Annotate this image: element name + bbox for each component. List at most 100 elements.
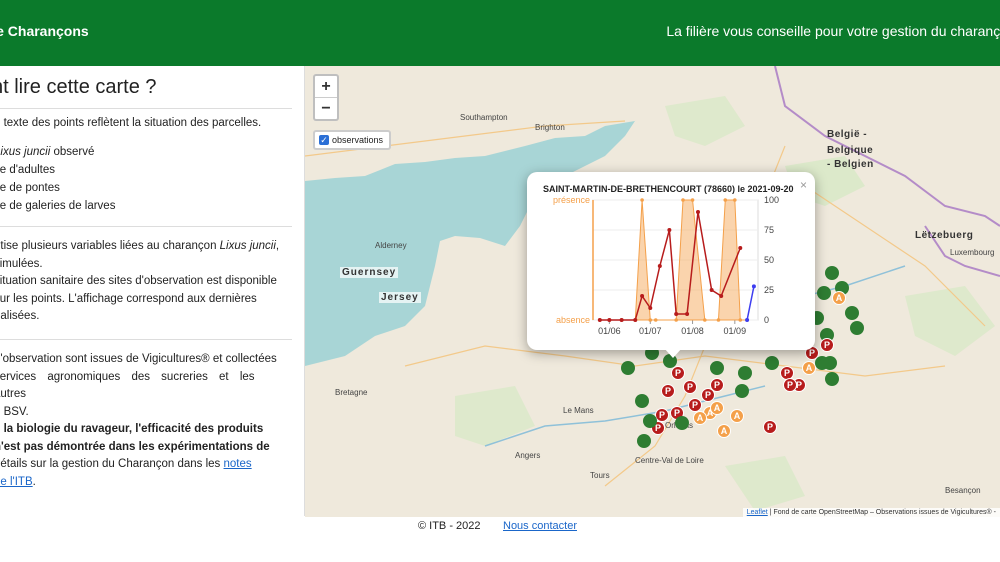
eggs-marker[interactable]: P [763, 420, 777, 434]
x-tick-label: 01/07 [639, 326, 662, 336]
observation-chart: 100 75 50 25 0 présence absence 01/06 01/07 01/08… [553, 195, 779, 336]
legend-item-larvae: ce de galeries de larves [0, 200, 116, 212]
eggs-marker[interactable]: P [655, 408, 669, 422]
place-label: Southampton [460, 113, 508, 122]
observation-marker[interactable] [643, 414, 657, 428]
right-tick-label: 50 [764, 255, 774, 265]
eggs-marker[interactable]: P [820, 338, 834, 352]
intro-text: e texte des points reflètent la situatio… [0, 117, 262, 129]
contact-link[interactable]: Nous contacter [503, 520, 577, 532]
observation-marker[interactable] [738, 366, 752, 380]
right-tick-label: 100 [764, 195, 779, 205]
place-label: Tours [590, 471, 610, 480]
eggs-marker[interactable]: P [671, 366, 685, 380]
right-tick-label: 25 [764, 285, 774, 295]
observation-marker[interactable] [850, 321, 864, 335]
observation-marker[interactable] [637, 434, 651, 448]
layer-control[interactable]: ✓ observations [313, 130, 392, 150]
right-tick-label: 75 [764, 225, 774, 235]
place-label: Le Mans [563, 406, 594, 415]
series-point-2 [745, 318, 750, 322]
presence-point [648, 318, 653, 322]
observation-marker[interactable] [817, 286, 831, 300]
adults-marker[interactable]: A [802, 361, 816, 375]
explain-line: sur les points. L'affichage correspond a… [0, 292, 257, 305]
observation-marker[interactable] [621, 361, 635, 375]
leaflet-link[interactable]: Leaflet [747, 509, 768, 516]
left-panel: nt lire cette carte ? e texte des points… [0, 66, 305, 516]
eggs-marker[interactable]: P [661, 384, 675, 398]
x-tick-label: 01/06 [598, 326, 621, 336]
eggs-marker[interactable]: P [783, 378, 797, 392]
observation-marker[interactable] [825, 372, 839, 386]
place-label: Angers [515, 451, 541, 460]
sources-line: services agronomiques des sucreries et l… [0, 370, 255, 401]
adults-marker[interactable]: A [730, 409, 744, 423]
adults-marker[interactable]: A [710, 401, 724, 415]
eggs-marker[interactable]: P [683, 380, 697, 394]
legend-item-eggs: ce de pontes [0, 182, 60, 194]
map-view[interactable]: + − ✓ observations Southampton Brighton … [305, 66, 1000, 517]
presence-point [716, 318, 721, 322]
observation-marker[interactable] [845, 306, 859, 320]
observation-marker[interactable] [825, 266, 839, 280]
adults-marker[interactable]: A [693, 411, 707, 425]
place-label: Belgique [827, 145, 874, 156]
app-tagline: La filière vous conseille pour votre ges… [666, 23, 1000, 39]
itb-notes-link[interactable]: de l'ITB [0, 476, 33, 488]
sources-line: u BSV. [0, 405, 29, 418]
island-label: Jersey [379, 292, 421, 303]
observation-marker[interactable] [765, 356, 779, 370]
series-point-1 [738, 246, 743, 250]
divider [0, 108, 292, 109]
place-label: Lëtzebuerg [915, 230, 974, 241]
series-point-1 [719, 294, 724, 298]
series-point-1 [640, 294, 645, 298]
explain-text: étise plusieurs variables liées au chara… [0, 240, 220, 252]
observation-marker[interactable] [635, 394, 649, 408]
left-tick-label: absence [556, 315, 590, 325]
observation-marker[interactable] [710, 361, 724, 375]
adults-marker[interactable]: A [832, 291, 846, 305]
place-label: Besançon [945, 486, 981, 495]
popup-tip [664, 348, 682, 358]
warning-line: n'est pas démontrée dans les expérimenta… [0, 440, 270, 453]
series-point-1 [696, 210, 700, 214]
sources-text: d'observation sont issues de Vigiculture… [0, 351, 292, 491]
x-tick-label: 01/08 [681, 326, 704, 336]
place-label: Alderney [375, 241, 407, 250]
place-label: Luxembourg [950, 248, 995, 257]
series-point-1 [667, 228, 672, 232]
series-point-1 [648, 306, 653, 310]
notes-link[interactable]: notes [224, 458, 252, 470]
place-label: België - [827, 129, 868, 140]
place-label: Brighton [535, 123, 565, 132]
zoom-in-button[interactable]: + [315, 76, 337, 97]
series-point-1 [709, 288, 714, 292]
adults-marker[interactable]: A [717, 424, 731, 438]
zoom-out-button[interactable]: − [315, 97, 337, 119]
series-point-1 [597, 318, 602, 322]
zoom-control: + − [313, 74, 339, 121]
observations-checkbox[interactable]: ✓ [319, 135, 329, 145]
right-tick-label: 0 [764, 315, 769, 325]
presence-point [674, 318, 678, 322]
observation-marker[interactable] [735, 384, 749, 398]
presence-point [723, 198, 728, 202]
app-title[interactable]: rte Charançons [0, 23, 89, 39]
observation-marker[interactable] [675, 416, 689, 430]
explain-line: simulées. [0, 257, 43, 270]
eggs-marker[interactable]: P [710, 378, 724, 392]
sources-line: d'observation sont issues de Vigiculture… [0, 353, 277, 365]
legend-species: Lixus juncii [0, 146, 51, 158]
place-label: Centre-Val de Loire [635, 456, 704, 465]
panel-title: nt lire cette carte ? [0, 76, 157, 98]
eggs-marker[interactable]: P [688, 398, 702, 412]
explain-species: Lixus juncii [219, 240, 276, 252]
presence-point [640, 198, 644, 202]
observation-marker[interactable] [815, 356, 829, 370]
legend-item-observed: Lixus juncii observé [0, 143, 94, 161]
presence-point [738, 318, 743, 322]
explain-line: éalisées. [0, 310, 40, 322]
divider [0, 226, 292, 227]
